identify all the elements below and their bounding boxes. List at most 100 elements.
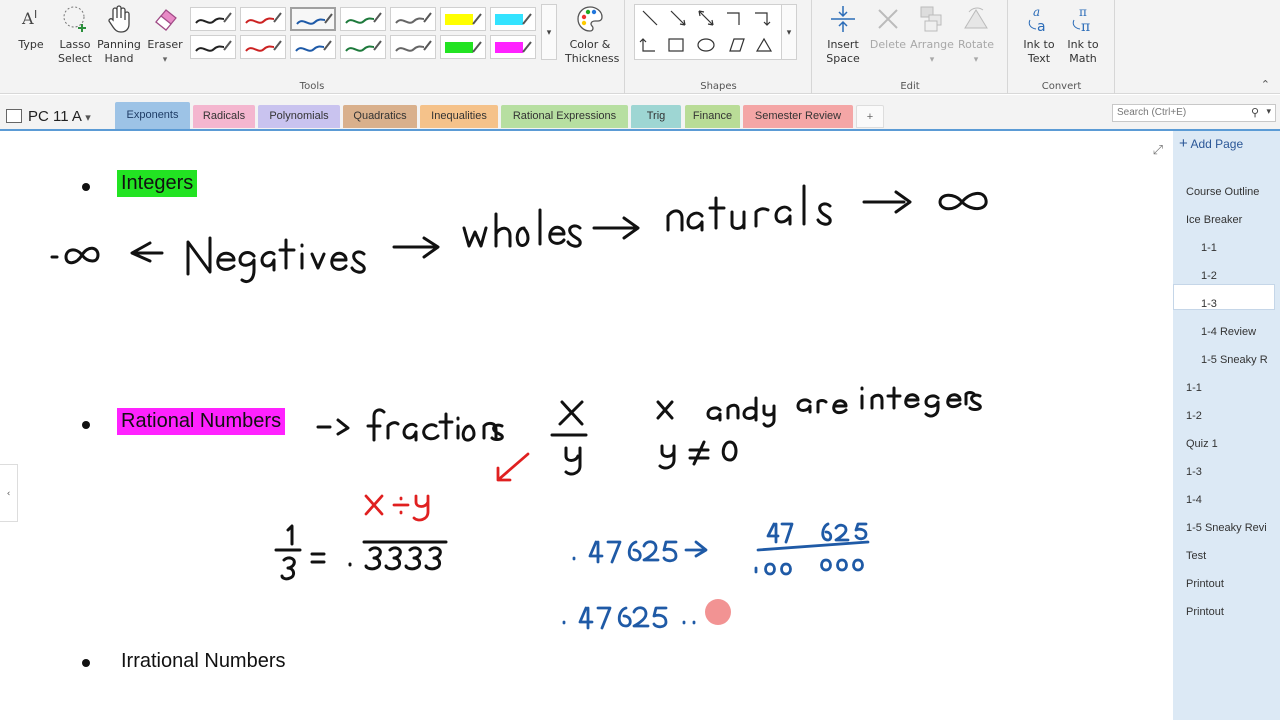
pen-swatch[interactable] — [190, 35, 236, 59]
pen-icon — [195, 12, 232, 24]
ellipse-shape-icon[interactable] — [697, 38, 715, 52]
page-list-item[interactable]: 1-2 — [1186, 410, 1202, 422]
pen-swatch[interactable] — [240, 7, 286, 31]
page-list-item[interactable]: 1-1 — [1186, 382, 1202, 394]
arrange-button[interactable]: Arrange ▾ — [910, 2, 954, 67]
ink-one-third-equals-repeating — [274, 524, 448, 581]
ink-fractions-word — [366, 408, 504, 442]
tools-group-label: Tools — [299, 81, 325, 92]
section-tab[interactable]: Finance — [685, 105, 740, 128]
ink-x-divide-y — [364, 494, 430, 522]
page-list-item[interactable]: Printout — [1186, 606, 1224, 618]
pen-icon — [395, 12, 432, 24]
delete-button[interactable]: Delete — [866, 2, 910, 52]
eraser-chevron-icon: ▾ — [162, 55, 168, 65]
page-list-item[interactable]: Printout — [1186, 578, 1224, 590]
line-shape-icon[interactable] — [642, 10, 658, 26]
page-list-item[interactable]: 1-4 — [1186, 494, 1202, 506]
ink-y-not-equal-zero — [658, 440, 738, 470]
highlighter-icon — [445, 13, 482, 25]
convert-group-label: Convert — [1041, 81, 1082, 92]
add-section-button[interactable]: + — [856, 105, 884, 128]
section-tab[interactable]: Exponents — [115, 102, 190, 130]
eraser-icon — [155, 9, 177, 31]
page-list-item[interactable]: Quiz 1 — [1186, 438, 1218, 450]
pen-swatch[interactable] — [390, 35, 436, 59]
ink-decimal-47625-repeating — [562, 606, 696, 630]
highlighter-icon — [495, 41, 532, 53]
section-tab[interactable]: Quadratics — [343, 105, 417, 128]
axis-shape-icon[interactable] — [727, 12, 740, 25]
page-canvas[interactable]: ⤢ ‹ Integers Rational Numbers Irrational… — [0, 129, 1173, 720]
pen-swatch[interactable] — [240, 35, 286, 59]
eraser-button[interactable]: Eraser ▾ — [143, 2, 187, 67]
search-input[interactable]: Search (Ctrl+E) ⚲ ▾ — [1112, 104, 1276, 122]
rotate-icon — [964, 7, 988, 29]
color-thickness-button[interactable]: Color & Thickness — [565, 2, 619, 66]
pen-swatch[interactable] — [390, 7, 436, 31]
notebook-picker[interactable]: PC 11 A ▾ — [6, 108, 91, 125]
page-list-item[interactable]: 1-1 — [1201, 242, 1217, 254]
parallelogram-shape-icon[interactable] — [729, 38, 745, 52]
pen-swatch[interactable] — [490, 7, 536, 31]
page-list-item[interactable]: 1-2 — [1201, 270, 1217, 282]
double-arrow-shape-icon[interactable] — [698, 10, 714, 26]
pen-swatch[interactable] — [290, 7, 336, 31]
pen-swatch[interactable] — [440, 7, 486, 31]
pen-swatch[interactable] — [490, 35, 536, 59]
pen-swatch[interactable] — [290, 35, 336, 59]
page-list-item[interactable]: 1-3 — [1186, 466, 1202, 478]
palette-icon — [577, 6, 603, 32]
svg-text:π: π — [1081, 19, 1090, 34]
page-list-item[interactable]: Test — [1186, 550, 1206, 562]
page-list-item[interactable]: 1-4 Review — [1201, 326, 1256, 338]
search-icon[interactable]: ⚲ — [1251, 106, 1259, 119]
section-tab[interactable]: Rational Expressions — [501, 105, 628, 128]
shapes-group-label: Shapes — [700, 81, 737, 92]
section-tab[interactable]: Trig — [631, 105, 681, 128]
ink-negative-infinity — [50, 246, 100, 265]
edit-group: Insert Space Delete Arrange ▾ Rotate ▾ Edit — [813, 0, 1008, 94]
insert-space-button[interactable]: Insert Space — [821, 2, 865, 66]
page-list-item[interactable]: Course Outline — [1186, 186, 1259, 198]
arrow-shape-icon[interactable] — [670, 10, 686, 26]
pen-swatch[interactable] — [440, 35, 486, 59]
convert-group: a a Ink to Text π π Ink to Math Convert — [1009, 0, 1115, 94]
add-page-button[interactable]: + Add Page — [1179, 135, 1243, 152]
section-tab[interactable]: Semester Review — [743, 105, 853, 128]
panning-hand-button[interactable]: Panning Hand — [97, 2, 141, 66]
collapse-ribbon-icon[interactable]: ⌃ — [1261, 78, 1270, 91]
lasso-select-button[interactable]: Lasso Select — [53, 2, 97, 66]
arrange-chevron-icon: ▾ — [929, 55, 935, 65]
ink-x-over-y — [550, 400, 588, 476]
pen-swatch[interactable] — [340, 7, 386, 31]
axis-arrow-shape-icon[interactable] — [755, 12, 771, 26]
type-button[interactable]: A I Type — [9, 2, 53, 52]
highlighter-icon — [445, 41, 482, 53]
rotate-button[interactable]: Rotate ▾ — [954, 2, 998, 67]
pen-icon — [295, 40, 332, 52]
pen-icon — [395, 40, 432, 52]
pen-icon — [245, 12, 282, 24]
shapes-gallery-more-button[interactable]: ▾ — [781, 4, 797, 60]
edit-group-label: Edit — [900, 81, 920, 92]
rectangle-shape-icon[interactable] — [668, 38, 684, 52]
page-list-item[interactable]: 1-5 Sneaky R — [1201, 354, 1268, 366]
search-chevron-icon[interactable]: ▾ — [1266, 106, 1271, 117]
notebook-chevron-icon: ▾ — [85, 112, 91, 124]
pen-swatch[interactable] — [190, 7, 236, 31]
page-list-item[interactable]: 1-5 Sneaky Revi — [1186, 522, 1267, 534]
triangle-shape-icon[interactable] — [755, 37, 773, 52]
ink-to-text-button[interactable]: a a Ink to Text — [1017, 2, 1061, 66]
section-tab[interactable]: Radicals — [193, 105, 255, 128]
section-tab[interactable]: Polynomials — [258, 105, 340, 128]
type-icon: A I — [21, 8, 37, 28]
corner-axis-shape-icon[interactable] — [639, 38, 655, 52]
page-list-item[interactable]: 1-3 — [1201, 298, 1217, 310]
pen-gallery-more-button[interactable]: ▾ — [541, 4, 557, 60]
page-list-item[interactable]: Ice Breaker — [1186, 214, 1242, 226]
ink-to-math-button[interactable]: π π Ink to Math — [1061, 2, 1105, 66]
tools-group: A I Type Lasso Select Panning Hand Eraser ▾ — [0, 0, 625, 94]
section-tab[interactable]: Inequalities — [420, 105, 498, 128]
pen-swatch[interactable] — [340, 35, 386, 59]
